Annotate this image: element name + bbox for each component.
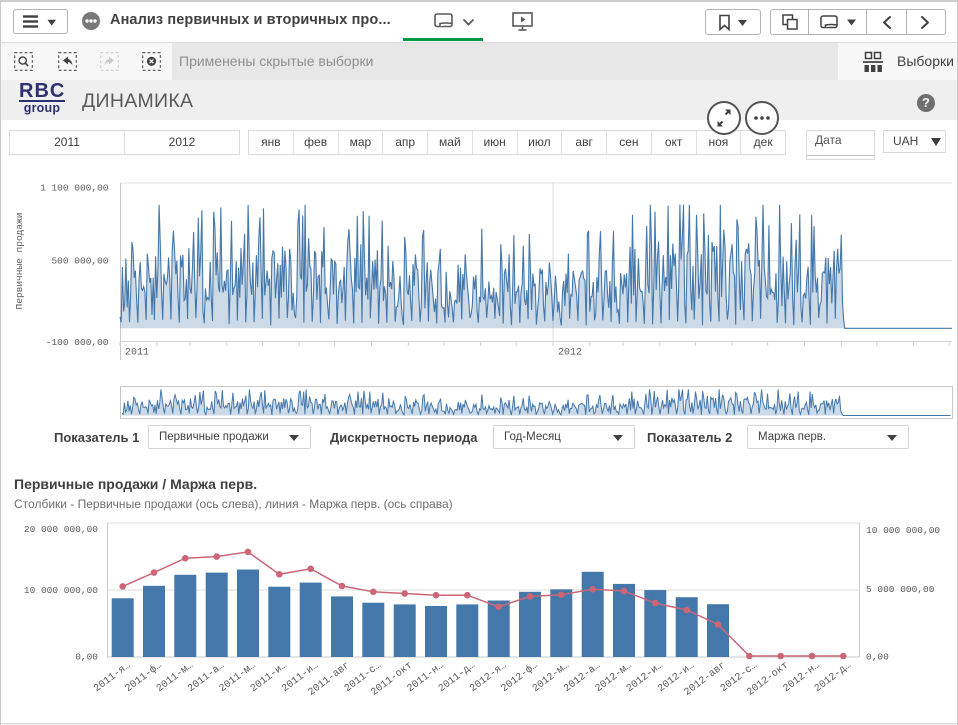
svg-text:2011: 2011 — [125, 348, 149, 359]
svg-text:20 000 000,00: 20 000 000,00 — [24, 524, 98, 535]
svg-text:2012: 2012 — [558, 348, 582, 359]
svg-text:0,00: 0,00 — [866, 652, 889, 663]
svg-text:1 100 000,00: 1 100 000,00 — [40, 182, 109, 193]
svg-text:Первичные продажи: Первичные продажи — [14, 213, 25, 310]
svg-text:500 000,00: 500 000,00 — [51, 256, 108, 267]
svg-text:10 000 000,00: 10 000 000,00 — [24, 585, 98, 596]
svg-text:5 000 000,00: 5 000 000,00 — [866, 584, 935, 595]
svg-text:0,00: 0,00 — [75, 651, 98, 662]
svg-text:-100 000,00: -100 000,00 — [46, 337, 109, 348]
svg-text:10 000 000,00: 10 000 000,00 — [866, 525, 940, 536]
